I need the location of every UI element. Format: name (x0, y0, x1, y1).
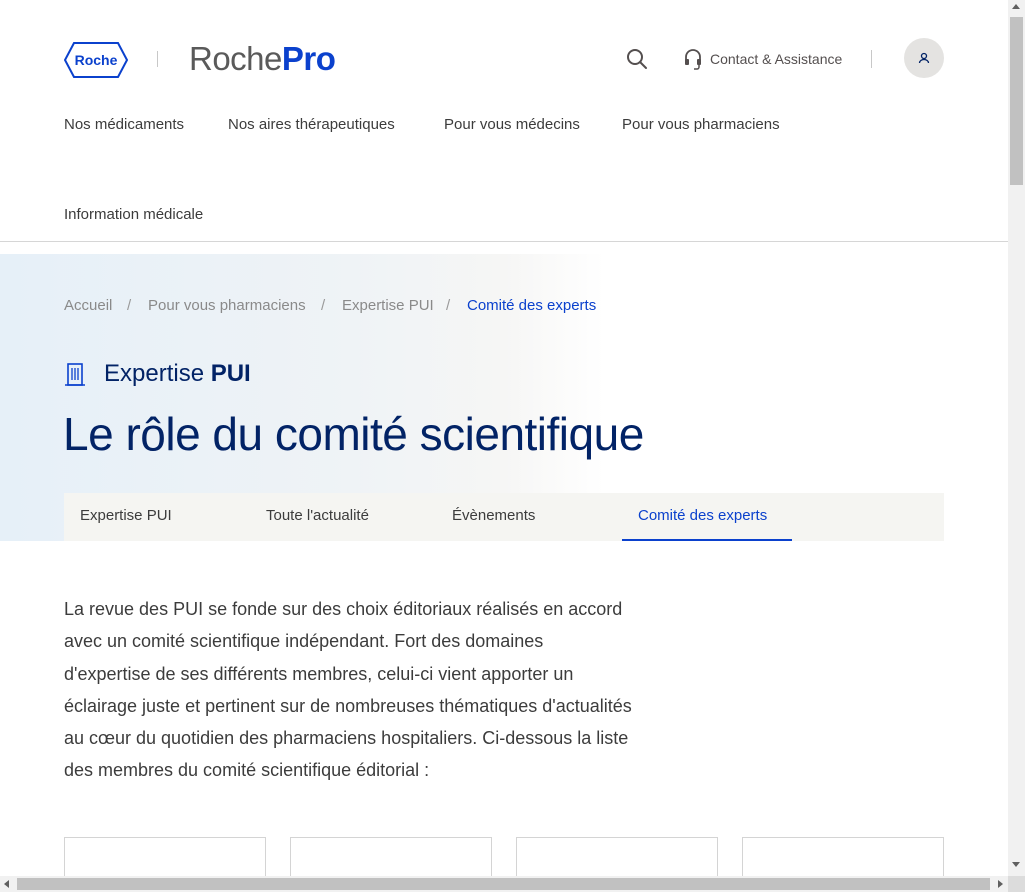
breadcrumb-item-pharmaciens[interactable]: Pour vous pharmaciens (148, 296, 306, 316)
expert-card[interactable] (516, 837, 718, 876)
breadcrumb-item-expertise-pui[interactable]: Expertise PUI (342, 296, 434, 316)
expert-card[interactable] (742, 837, 944, 876)
scroll-left-arrow-icon[interactable] (4, 880, 9, 888)
nav-item-pharmaciens[interactable]: Pour vous pharmaciens (622, 115, 780, 135)
breadcrumb-item-accueil[interactable]: Accueil (64, 296, 112, 316)
breadcrumb-item-current: Comité des experts (467, 297, 597, 314)
search-icon (627, 49, 647, 69)
section-title: Expertise PUI (104, 359, 251, 389)
tab-expertise-pui[interactable]: Expertise PUI (80, 493, 172, 541)
nav-item-aires-therapeutiques[interactable]: Nos aires thérapeutiques (228, 115, 395, 135)
tab-toute-actualite[interactable]: Toute l'actualité (266, 493, 369, 541)
svg-text:Roche: Roche (75, 52, 118, 68)
section-title-part2: PUI (210, 360, 251, 387)
scroll-right-arrow-icon[interactable] (998, 880, 1003, 888)
contact-assistance-link[interactable]: Contact & Assistance (684, 46, 842, 72)
expert-card[interactable] (64, 837, 266, 876)
contact-label: Contact & Assistance (710, 51, 843, 67)
headset-icon (685, 49, 701, 70)
section-title-part1: Expertise (104, 360, 205, 387)
brand-primary: Roche (189, 40, 282, 77)
header-divider (871, 50, 872, 68)
vertical-scrollbar[interactable] (1008, 0, 1025, 876)
roche-logo[interactable]: Roche (64, 42, 128, 78)
breadcrumb-separator: / (127, 297, 132, 314)
site-header: Roche RochePro Contact & Assistance Nos … (0, 0, 1008, 242)
expert-card[interactable] (290, 837, 492, 876)
scrollbar-corner (1008, 876, 1025, 892)
intro-paragraph: La revue des PUI se fonde sur des choix … (64, 599, 632, 781)
vertical-scroll-thumb[interactable] (1010, 17, 1023, 185)
user-icon (918, 52, 930, 64)
scroll-down-arrow-icon[interactable] (1012, 862, 1020, 867)
rochepro-brand[interactable]: RochePro (189, 38, 336, 80)
breadcrumb-separator: / (446, 297, 451, 314)
tab-comite-des-experts[interactable]: Comité des experts (622, 493, 792, 541)
tab-evenements[interactable]: Évènements (452, 493, 535, 541)
nav-item-information-medicale[interactable]: Information médicale (64, 205, 203, 225)
scroll-up-arrow-icon[interactable] (1012, 4, 1020, 9)
nav-item-medicaments[interactable]: Nos médicaments (64, 115, 184, 135)
account-button[interactable] (904, 38, 944, 78)
breadcrumb-separator: / (321, 297, 326, 314)
page: Roche RochePro Contact & Assistance Nos … (0, 0, 1008, 876)
horizontal-scroll-thumb[interactable] (17, 878, 990, 890)
brand-secondary: Pro (281, 40, 336, 77)
page-title: Le rôle du comité scientifique (63, 408, 644, 460)
building-icon (65, 363, 85, 386)
logo-divider (157, 51, 158, 67)
nav-item-medecins[interactable]: Pour vous médecins (444, 115, 580, 135)
section-tabs: Expertise PUI Toute l'actualité Évènemen… (64, 493, 944, 541)
horizontal-scrollbar[interactable] (0, 876, 1008, 892)
search-button[interactable] (624, 46, 650, 72)
